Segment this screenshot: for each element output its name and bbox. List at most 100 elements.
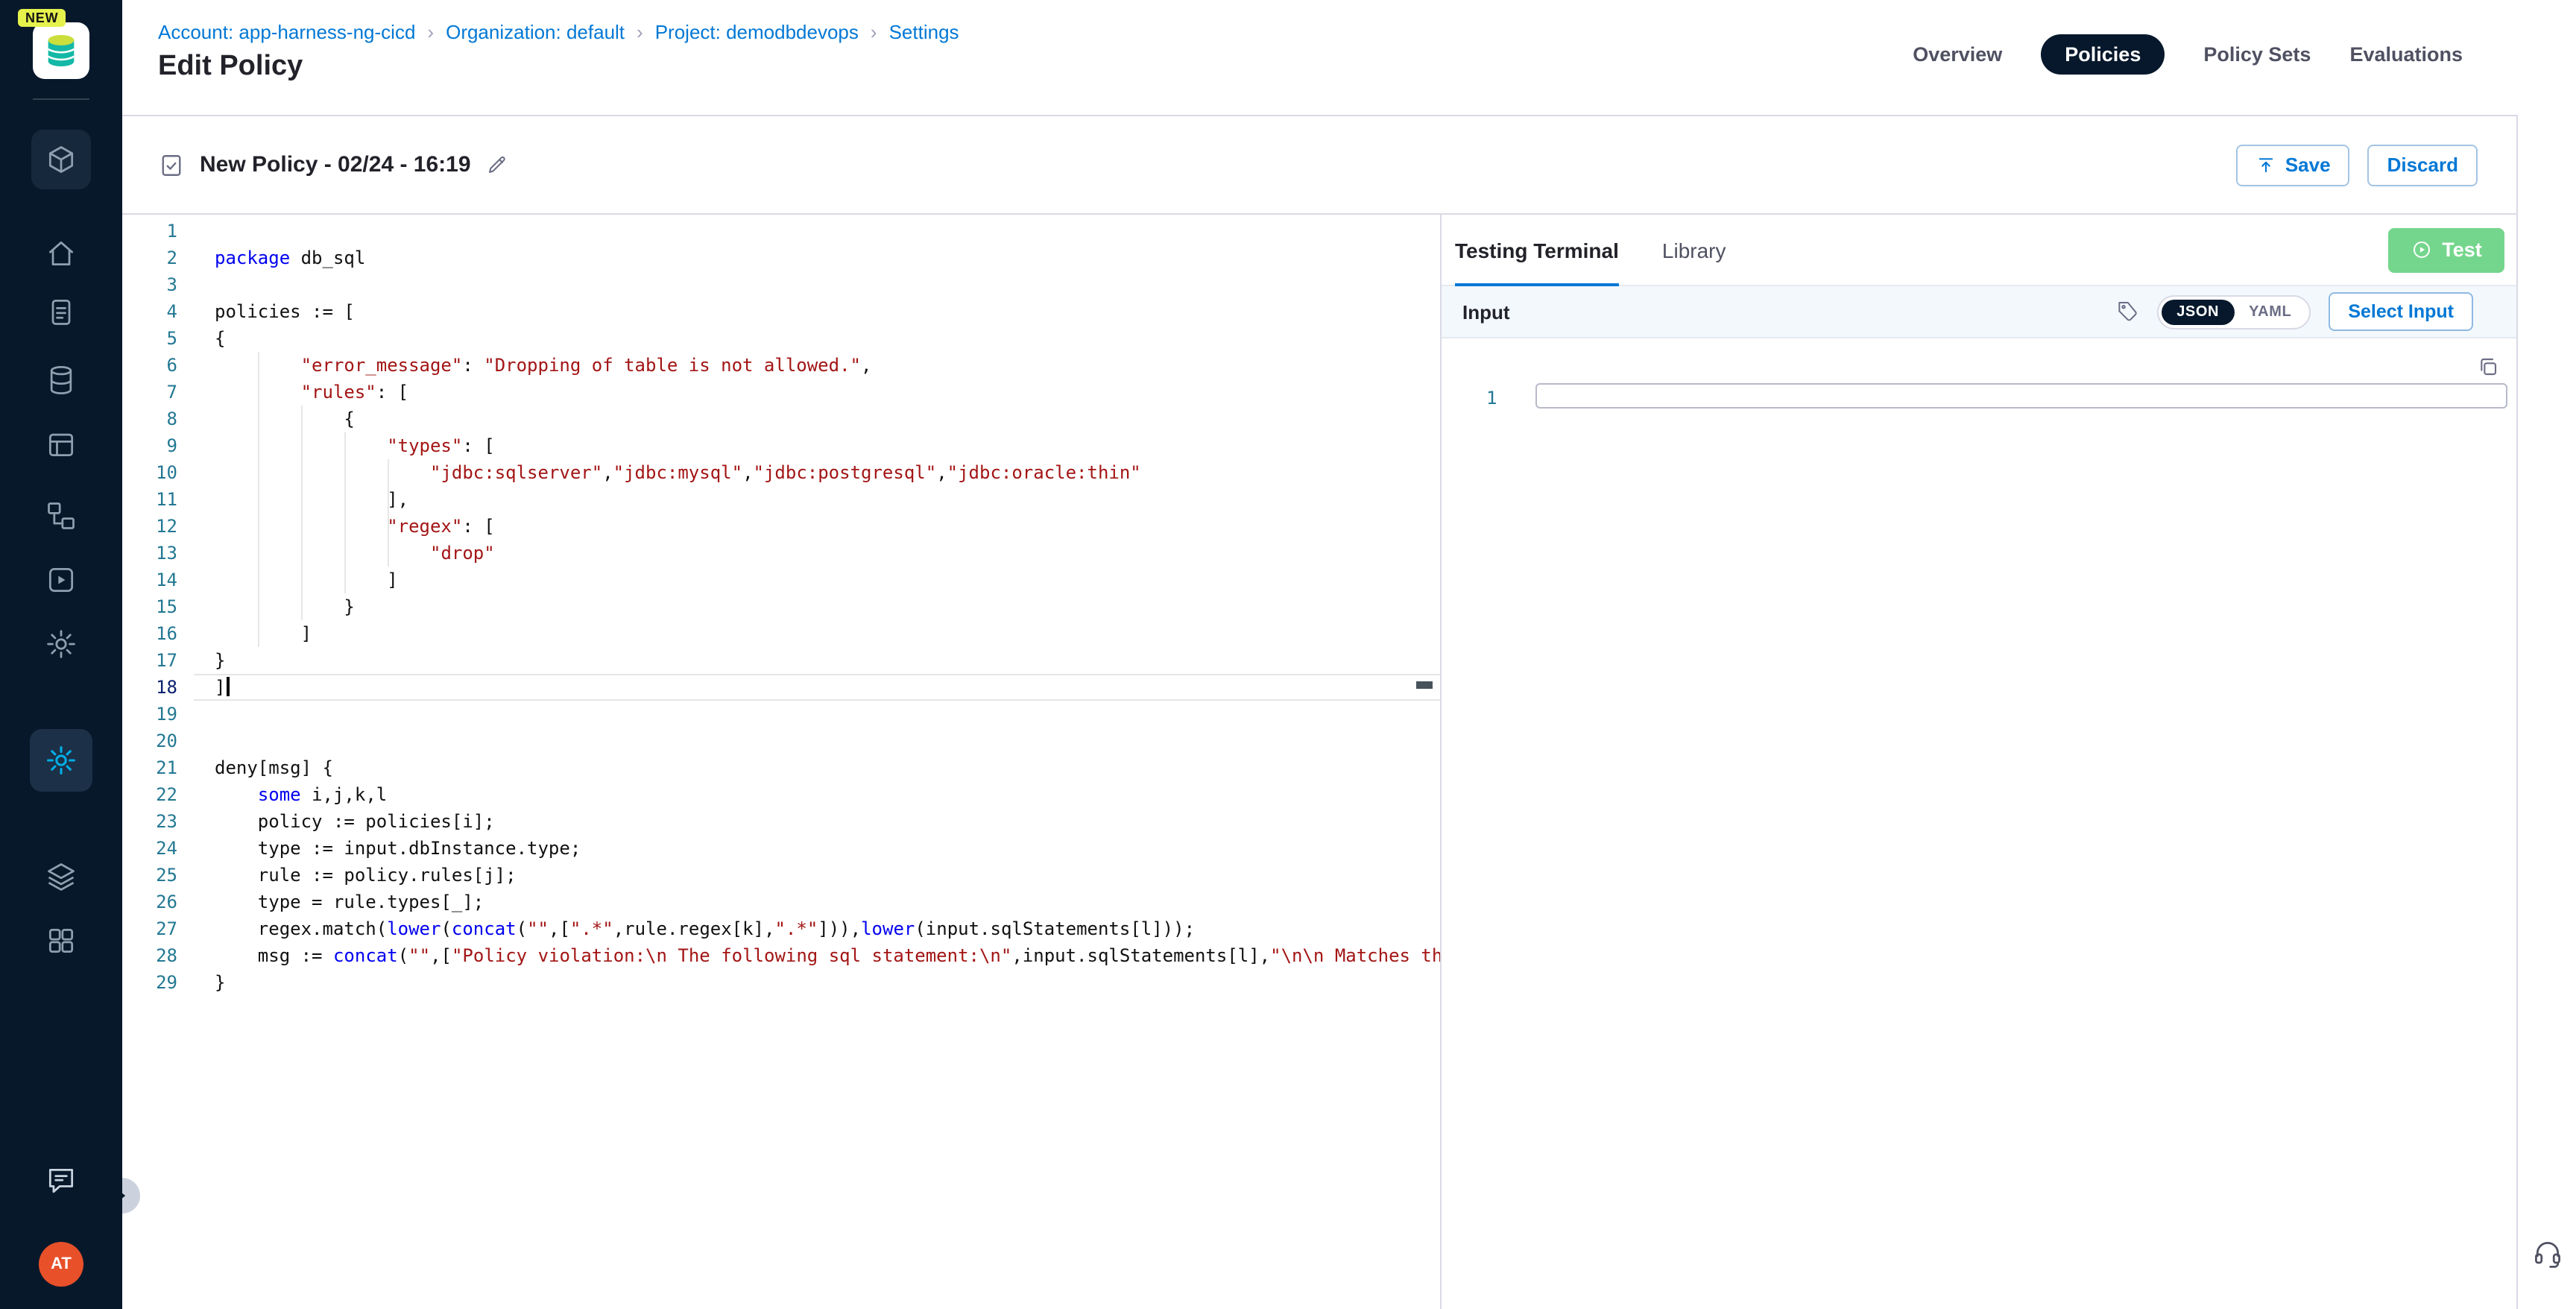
code-line-content: policy := policies[i];: [194, 808, 1440, 835]
format-yaml-option[interactable]: YAML: [2234, 299, 2306, 324]
tab-testing-terminal[interactable]: Testing Terminal: [1455, 215, 1619, 285]
code-line[interactable]: 25 rule := policy.rules[j];: [122, 862, 1440, 889]
sidebar-item-settings-active[interactable]: [30, 729, 92, 792]
tab-evaluations[interactable]: Evaluations: [2349, 34, 2463, 75]
code-line[interactable]: 16 ]: [122, 620, 1440, 647]
line-number: 17: [122, 647, 194, 674]
select-input-button[interactable]: Select Input: [2329, 292, 2473, 331]
code-line[interactable]: 21deny[msg] {: [122, 754, 1440, 781]
format-json-option[interactable]: JSON: [2162, 299, 2234, 324]
code-editor[interactable]: 12package db_sql34policies := [5{6 "erro…: [122, 215, 1440, 1309]
test-button[interactable]: Test: [2388, 227, 2504, 272]
sidebar-item-module[interactable]: [31, 130, 91, 189]
line-number: 19: [122, 701, 194, 728]
policy-editor-card: New Policy - 02/24 - 16:19 Save: [122, 115, 2518, 1309]
hierarchy-icon: [45, 499, 78, 532]
sidebar-item-account-settings[interactable]: [45, 628, 78, 660]
sidebar-item-audits[interactable]: [45, 428, 78, 461]
code-line[interactable]: 23 policy := policies[i];: [122, 808, 1440, 835]
code-line[interactable]: 1: [122, 218, 1440, 245]
new-badge: NEW: [18, 9, 66, 27]
tab-library[interactable]: Library: [1662, 215, 1726, 285]
code-lines: 12package db_sql34policies := [5{6 "erro…: [122, 218, 1440, 996]
code-line[interactable]: 11 ],: [122, 486, 1440, 513]
copy-icon[interactable]: [2476, 355, 2500, 379]
line-number: 15: [122, 593, 194, 620]
format-toggle[interactable]: JSON YAML: [2157, 294, 2311, 329]
code-line[interactable]: 20: [122, 728, 1440, 754]
input-value-field[interactable]: [1535, 383, 2507, 409]
tab-overview[interactable]: Overview: [1913, 34, 2002, 75]
code-line-content: ],: [194, 486, 1440, 513]
sidebar-item-executions[interactable]: [45, 564, 78, 596]
code-line[interactable]: 27 regex.match(lower(concat("",[".*",rul…: [122, 915, 1440, 942]
harness-logo[interactable]: [33, 22, 89, 79]
page-header: Account: app-harness-ng-cicd › Organizat…: [122, 0, 2576, 115]
sidebar-item-home[interactable]: [45, 237, 78, 270]
sidebar-item-chat[interactable]: [45, 1164, 78, 1197]
input-editor[interactable]: 1: [1442, 338, 2516, 1309]
avatar[interactable]: AT: [39, 1242, 83, 1287]
code-line[interactable]: 14 ]: [122, 567, 1440, 593]
line-number: 13: [122, 540, 194, 567]
line-number: 18: [122, 674, 194, 701]
code-line[interactable]: 22 some i,j,k,l: [122, 781, 1440, 808]
code-line-content: "rules": [: [194, 379, 1440, 406]
code-line[interactable]: 7 "rules": [: [122, 379, 1440, 406]
overview-ruler-cursor-mark: [1416, 681, 1433, 689]
code-line[interactable]: 13 "drop": [122, 540, 1440, 567]
code-line[interactable]: 4policies := [: [122, 298, 1440, 325]
line-number: 24: [122, 835, 194, 862]
indent-guide: [388, 459, 389, 567]
support-headset-icon[interactable]: [2531, 1237, 2564, 1270]
code-line[interactable]: 15 }: [122, 593, 1440, 620]
tag-icon[interactable]: [2115, 300, 2139, 324]
code-line[interactable]: 18]: [122, 674, 1440, 701]
line-number: 8: [122, 406, 194, 432]
code-line[interactable]: 19: [122, 701, 1440, 728]
policy-name: New Policy - 02/24 - 16:19: [200, 152, 471, 177]
code-line[interactable]: 29}: [122, 969, 1440, 996]
sidebar-item-organizations[interactable]: [45, 924, 78, 957]
indent-guide: [344, 432, 346, 593]
code-line[interactable]: 24 type := input.dbInstance.type;: [122, 835, 1440, 862]
breadcrumb-project[interactable]: Project: demodbdevops: [655, 21, 859, 43]
line-number: 3: [122, 271, 194, 298]
line-number: 23: [122, 808, 194, 835]
save-button[interactable]: Save: [2236, 144, 2350, 186]
breadcrumb-separator-icon: ›: [871, 21, 877, 43]
breadcrumb-account[interactable]: Account: app-harness-ng-cicd: [158, 21, 415, 43]
sidebar-item-hierarchy[interactable]: [45, 499, 78, 532]
gear-icon: [45, 628, 78, 660]
breadcrumb-settings[interactable]: Settings: [889, 21, 959, 43]
line-number: 11: [122, 486, 194, 513]
breadcrumb-separator-icon: ›: [637, 21, 643, 43]
line-number: 27: [122, 915, 194, 942]
gear-active-icon: [45, 744, 78, 777]
sidebar-item-records[interactable]: [45, 295, 78, 328]
tab-policy-sets[interactable]: Policy Sets: [2203, 34, 2311, 75]
code-line[interactable]: 6 "error_message": "Dropping of table is…: [122, 352, 1440, 379]
code-line-content: [194, 271, 1440, 298]
code-line[interactable]: 3: [122, 271, 1440, 298]
code-line[interactable]: 28 msg := concat("",["Policy violation:\…: [122, 942, 1440, 969]
code-line[interactable]: 2package db_sql: [122, 245, 1440, 271]
code-line[interactable]: 10 "jdbc:sqlserver","jdbc:mysql","jdbc:p…: [122, 459, 1440, 486]
edit-pencil-icon[interactable]: [486, 154, 508, 176]
sidebar-item-databases[interactable]: [45, 364, 78, 397]
code-line[interactable]: 8 {: [122, 406, 1440, 432]
line-number: 5: [122, 325, 194, 352]
code-line[interactable]: 9 "types": [: [122, 432, 1440, 459]
code-line[interactable]: 17}: [122, 647, 1440, 674]
line-number: 4: [122, 298, 194, 325]
code-line[interactable]: 26 type = rule.types[_];: [122, 889, 1440, 915]
app-window: NEW: [0, 0, 2576, 1309]
discard-button[interactable]: Discard: [2368, 144, 2478, 186]
code-line[interactable]: 5{: [122, 325, 1440, 352]
code-line-content: "regex": [: [194, 513, 1440, 540]
code-line-content: "drop": [194, 540, 1440, 567]
tab-policies[interactable]: Policies: [2041, 34, 2165, 75]
sidebar-item-layers[interactable]: [45, 860, 78, 893]
code-line[interactable]: 12 "regex": [: [122, 513, 1440, 540]
breadcrumb-organization[interactable]: Organization: default: [446, 21, 625, 43]
